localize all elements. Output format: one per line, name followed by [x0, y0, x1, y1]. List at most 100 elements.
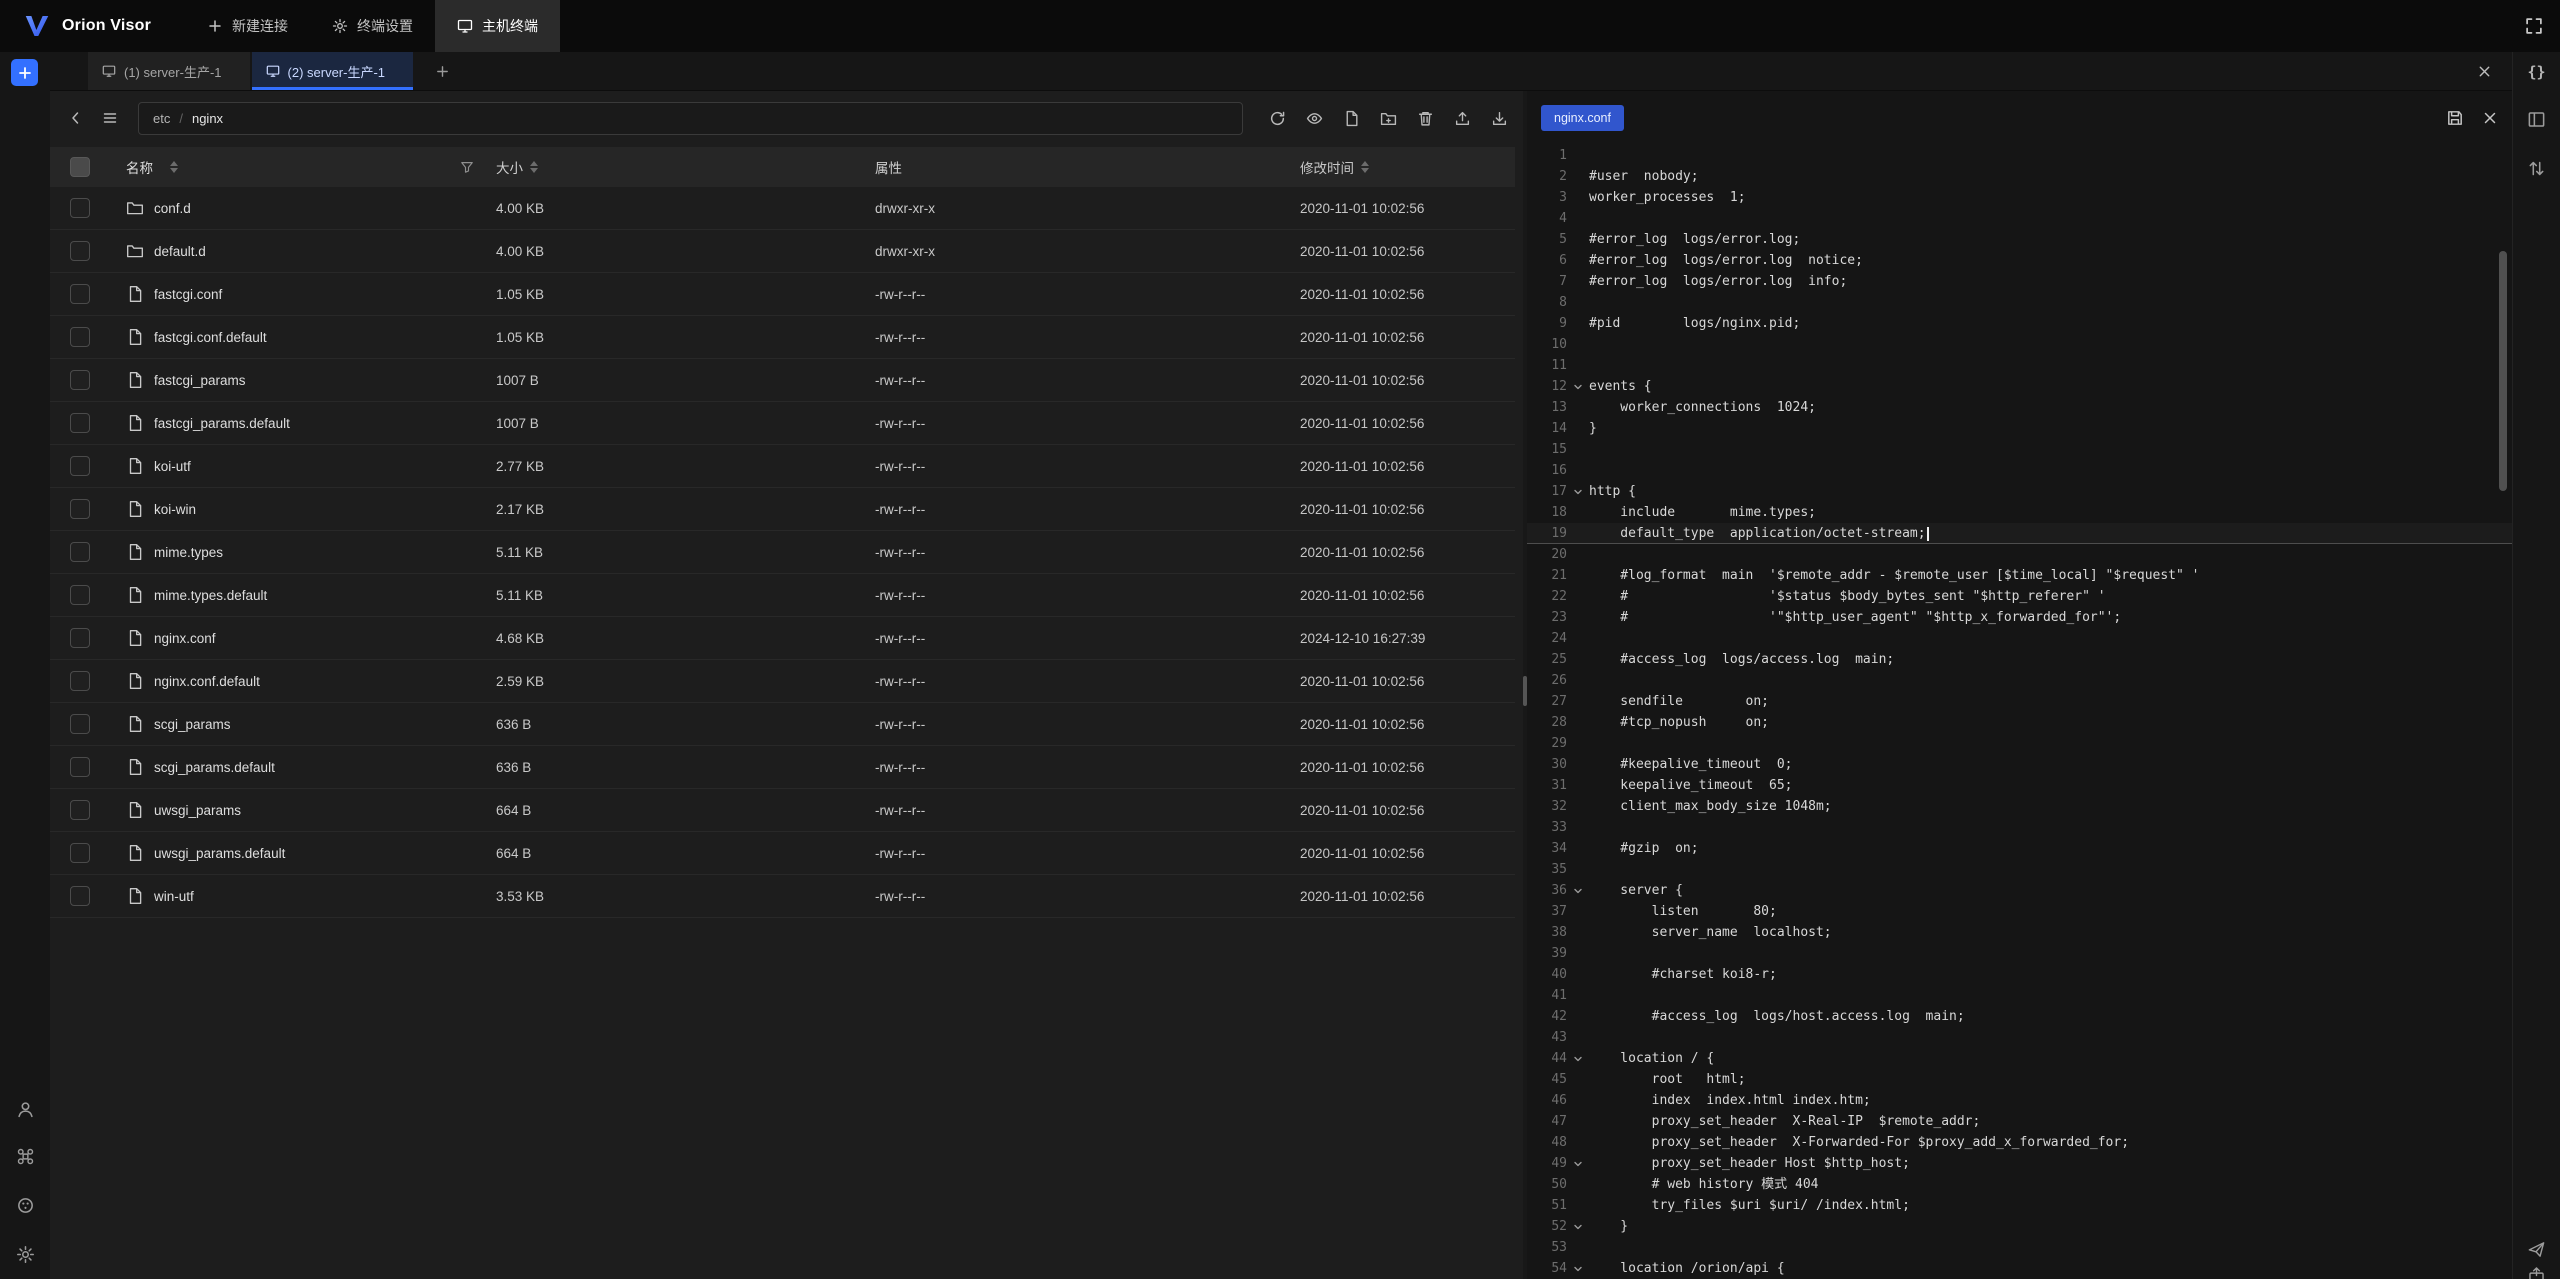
theme-icon[interactable]: [12, 1192, 38, 1218]
list-icon[interactable]: [96, 104, 124, 132]
filter-icon[interactable]: [460, 160, 474, 174]
code-line[interactable]: 38 server_name localhost;: [1527, 922, 2512, 943]
row-checkbox[interactable]: [70, 413, 90, 433]
breadcrumb-parent[interactable]: etc: [153, 111, 170, 126]
download-icon[interactable]: [1485, 104, 1513, 132]
code-line[interactable]: 49 proxy_set_header Host $http_host;: [1527, 1153, 2512, 1174]
code-line[interactable]: 53: [1527, 1237, 2512, 1258]
code-line[interactable]: 10: [1527, 334, 2512, 355]
sort-name[interactable]: [170, 161, 178, 173]
file-row[interactable]: mime.types.default 5.11 KB -rw-r--r-- 20…: [50, 574, 1515, 617]
fold-chevron-icon[interactable]: [1567, 1216, 1589, 1237]
code-line[interactable]: 51 try_files $uri $uri/ /index.html;: [1527, 1195, 2512, 1216]
terminal-tab[interactable]: (1) server-生产-1: [88, 52, 250, 90]
fold-chevron-icon[interactable]: [1567, 880, 1589, 901]
close-editor-icon[interactable]: [2482, 110, 2498, 126]
file-row[interactable]: mime.types 5.11 KB -rw-r--r-- 2020-11-01…: [50, 531, 1515, 574]
add-tab-button[interactable]: [429, 58, 455, 84]
row-checkbox[interactable]: [70, 671, 90, 691]
row-checkbox[interactable]: [70, 886, 90, 906]
code-line[interactable]: 4: [1527, 208, 2512, 229]
swap-vertical-icon[interactable]: [2523, 155, 2551, 181]
code-line[interactable]: 39: [1527, 943, 2512, 964]
row-checkbox[interactable]: [70, 628, 90, 648]
code-editor[interactable]: 1 2 #user nobody;: [1527, 145, 2512, 1279]
code-line[interactable]: 25 #access_log logs/access.log main;: [1527, 649, 2512, 670]
code-line[interactable]: 47 proxy_set_header X-Real-IP $remote_ad…: [1527, 1111, 2512, 1132]
code-line[interactable]: 21 #log_format main '$remote_addr - $rem…: [1527, 565, 2512, 586]
code-line[interactable]: 41: [1527, 985, 2512, 1006]
code-line[interactable]: 20: [1527, 544, 2512, 565]
row-checkbox[interactable]: [70, 370, 90, 390]
command-icon[interactable]: [12, 1143, 38, 1169]
row-checkbox[interactable]: [70, 714, 90, 734]
new-connection-button[interactable]: [11, 59, 38, 86]
code-line[interactable]: 26: [1527, 670, 2512, 691]
sort-time[interactable]: [1361, 161, 1369, 173]
file-row[interactable]: fastcgi_params.default 1007 B -rw-r--r--…: [50, 402, 1515, 445]
code-line[interactable]: 46 index index.html index.htm;: [1527, 1090, 2512, 1111]
save-icon[interactable]: [2446, 109, 2464, 127]
code-line[interactable]: 12 events {: [1527, 376, 2512, 397]
code-line[interactable]: 32 client_max_body_size 1048m;: [1527, 796, 2512, 817]
file-row[interactable]: nginx.conf.default 2.59 KB -rw-r--r-- 20…: [50, 660, 1515, 703]
file-row[interactable]: uwsgi_params.default 664 B -rw-r--r-- 20…: [50, 832, 1515, 875]
new-folder-icon[interactable]: [1374, 104, 1402, 132]
file-row[interactable]: scgi_params.default 636 B -rw-r--r-- 202…: [50, 746, 1515, 789]
row-checkbox[interactable]: [70, 800, 90, 820]
settings-icon[interactable]: [12, 1241, 38, 1267]
editor-panel-icon[interactable]: [2523, 106, 2551, 132]
upload-icon[interactable]: [1448, 104, 1476, 132]
file-row[interactable]: fastcgi_params 1007 B -rw-r--r-- 2020-11…: [50, 359, 1515, 402]
fold-chevron-icon[interactable]: [1567, 1258, 1589, 1279]
fold-chevron-icon[interactable]: [1567, 376, 1589, 397]
menu-host-terminal[interactable]: 主机终端: [435, 0, 560, 52]
code-line[interactable]: 45 root html;: [1527, 1069, 2512, 1090]
code-line[interactable]: 30 #keepalive_timeout 0;: [1527, 754, 2512, 775]
row-checkbox[interactable]: [70, 284, 90, 304]
user-icon[interactable]: [12, 1096, 38, 1122]
close-panel-icon[interactable]: [2472, 59, 2496, 83]
code-line[interactable]: 18 include mime.types;: [1527, 502, 2512, 523]
code-line[interactable]: 48 proxy_set_header X-Forwarded-For $pro…: [1527, 1132, 2512, 1153]
code-line[interactable]: 17 http {: [1527, 481, 2512, 502]
code-line[interactable]: 36 server {: [1527, 880, 2512, 901]
preview-eye-icon[interactable]: [1300, 104, 1328, 132]
row-checkbox[interactable]: [70, 843, 90, 863]
code-line[interactable]: 34 #gzip on;: [1527, 838, 2512, 859]
row-checkbox[interactable]: [70, 241, 90, 261]
code-line[interactable]: 9 #pid logs/nginx.pid;: [1527, 313, 2512, 334]
row-checkbox[interactable]: [70, 542, 90, 562]
code-line[interactable]: 40 #charset koi8-r;: [1527, 964, 2512, 985]
row-checkbox[interactable]: [70, 757, 90, 777]
row-checkbox[interactable]: [70, 198, 90, 218]
file-row[interactable]: conf.d 4.00 KB drwxr-xr-x 2020-11-01 10:…: [50, 187, 1515, 230]
fold-chevron-icon[interactable]: [1567, 481, 1589, 502]
new-file-icon[interactable]: [1337, 104, 1365, 132]
code-line[interactable]: 37 listen 80;: [1527, 901, 2512, 922]
fold-chevron-icon[interactable]: [1567, 1048, 1589, 1069]
select-all-checkbox[interactable]: [70, 157, 90, 177]
file-row[interactable]: nginx.conf 4.68 KB -rw-r--r-- 2024-12-10…: [50, 617, 1515, 660]
code-line[interactable]: 43: [1527, 1027, 2512, 1048]
code-line[interactable]: 27 sendfile on;: [1527, 691, 2512, 712]
code-line[interactable]: 35: [1527, 859, 2512, 880]
menu-terminal-settings[interactable]: 终端设置: [310, 0, 435, 52]
code-line[interactable]: 52 }: [1527, 1216, 2512, 1237]
code-line[interactable]: 8: [1527, 292, 2512, 313]
code-line[interactable]: 11: [1527, 355, 2512, 376]
file-row[interactable]: fastcgi.conf.default 1.05 KB -rw-r--r-- …: [50, 316, 1515, 359]
fold-chevron-icon[interactable]: [1567, 1153, 1589, 1174]
row-checkbox[interactable]: [70, 327, 90, 347]
code-line[interactable]: 50 # web history 模式 404: [1527, 1174, 2512, 1195]
file-row[interactable]: koi-utf 2.77 KB -rw-r--r-- 2020-11-01 10…: [50, 445, 1515, 488]
code-line[interactable]: 14 }: [1527, 418, 2512, 439]
code-line[interactable]: 16: [1527, 460, 2512, 481]
file-row[interactable]: scgi_params 636 B -rw-r--r-- 2020-11-01 …: [50, 703, 1515, 746]
code-line[interactable]: 44 location / {: [1527, 1048, 2512, 1069]
file-row[interactable]: win-utf 3.53 KB -rw-r--r-- 2020-11-01 10…: [50, 875, 1515, 918]
code-line[interactable]: 42 #access_log logs/host.access.log main…: [1527, 1006, 2512, 1027]
terminal-tab[interactable]: (2) server-生产-1: [252, 52, 414, 90]
row-checkbox[interactable]: [70, 456, 90, 476]
code-line[interactable]: 13 worker_connections 1024;: [1527, 397, 2512, 418]
